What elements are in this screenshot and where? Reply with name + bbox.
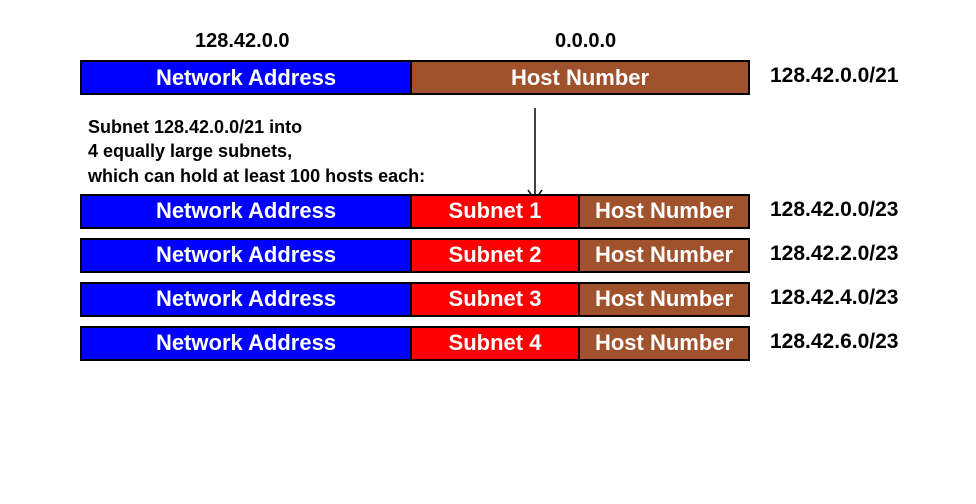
subnet-id-segment: Subnet 3 [410,284,578,315]
subnet-row: Network Address Subnet 2 Host Number 128… [80,238,950,273]
host-number-segment: Host Number [578,284,748,315]
subnet-bar: Network Address Subnet 3 Host Number [80,282,750,317]
host-number-segment: Host Number [578,196,748,227]
instruction-line-3: which can hold at least 100 hosts each: [88,164,508,188]
instructions-text: Subnet 128.42.0.0/21 into 4 equally larg… [88,115,508,188]
main-address-bar: Network Address Host Number [80,60,750,95]
network-address-segment: Network Address [82,284,410,315]
subnet-bar: Network Address Subnet 2 Host Number [80,238,750,273]
network-header-value: 128.42.0.0 [195,30,290,53]
host-number-segment: Host Number [578,328,748,359]
host-header-value: 0.0.0.0 [555,30,616,53]
subnet-cidr-label: 128.42.2.0/23 [770,242,898,266]
instruction-line-2: 4 equally large subnets, [88,139,508,163]
diagram-canvas: 128.42.0.0 0.0.0.0 Network Address Host … [80,30,950,370]
subnet-bar: Network Address Subnet 1 Host Number [80,194,750,229]
host-number-segment: Host Number [410,62,748,93]
subnet-id-segment: Subnet 4 [410,328,578,359]
subnet-row: Network Address Subnet 3 Host Number 128… [80,282,950,317]
subnet-id-segment: Subnet 2 [410,240,578,271]
instruction-line-1: Subnet 128.42.0.0/21 into [88,115,508,139]
subnet-bar: Network Address Subnet 4 Host Number [80,326,750,361]
subnet-cidr-label: 128.42.4.0/23 [770,286,898,310]
subnet-row: Network Address Subnet 4 Host Number 128… [80,326,950,361]
top-header-labels: 128.42.0.0 0.0.0.0 [80,30,950,60]
network-address-segment: Network Address [82,328,410,359]
host-number-segment: Host Number [578,240,748,271]
main-cidr-label: 128.42.0.0/21 [770,64,898,88]
subnet-row: Network Address Subnet 1 Host Number 128… [80,194,950,229]
subnet-cidr-label: 128.42.6.0/23 [770,330,898,354]
subnet-id-segment: Subnet 1 [410,196,578,227]
network-address-segment: Network Address [82,62,410,93]
subnet-cidr-label: 128.42.0.0/23 [770,198,898,222]
main-address-row: Network Address Host Number 128.42.0.0/2… [80,60,950,95]
network-address-segment: Network Address [82,196,410,227]
network-address-segment: Network Address [82,240,410,271]
